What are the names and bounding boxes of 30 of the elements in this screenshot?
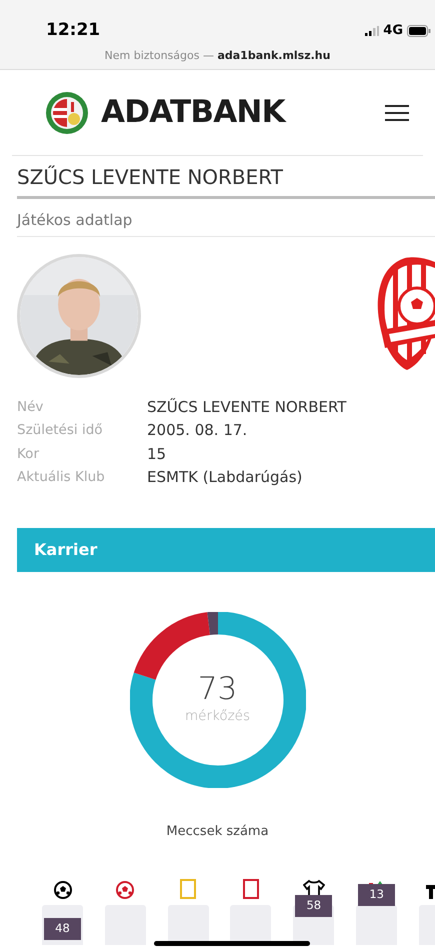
detail-value: 2005. 08. 17. [147,420,248,441]
clock: 12:21 [46,19,100,42]
signal-icon [365,26,380,36]
value-tooltip: 48 [44,918,81,940]
logo-icon[interactable] [45,90,89,134]
detail-label: Születési idő [17,421,104,440]
match-count-label: mérkőzés [184,707,250,726]
value-tooltip: 58 [295,895,332,917]
card-icon [242,879,259,899]
value-tooltip: 13 [358,884,396,906]
menu-icon[interactable] [385,104,409,120]
section-subtitle: Játékos adatlap [17,210,134,231]
player-name-heading: SZŰCS LEVENTE NORBERT [17,164,284,191]
address-bar-text[interactable]: Nem biztonságos — ada1bank.mlsz.hu [104,48,330,64]
detail-value: 15 [147,444,168,464]
ball-icon [54,881,72,899]
detail-label: Név [17,398,44,416]
club-crest-icon [375,256,435,372]
detail-value: ESMTK (Labdarúgás) [147,467,304,488]
network-label: 4G [383,22,403,40]
section-title: Karrier [34,538,98,560]
match-count: 73 [198,672,238,706]
site-title[interactable]: ADATBANK [101,89,285,136]
chart-caption: Meccsek száma [166,822,269,840]
card-icon [180,879,196,899]
battery-icon [407,24,431,37]
ball-icon [116,881,134,899]
detail-value: SZŰCS LEVENTE NORBERT [147,396,348,418]
detail-label: Aktuális Klub [17,468,106,487]
detail-label: Kor [17,444,40,464]
